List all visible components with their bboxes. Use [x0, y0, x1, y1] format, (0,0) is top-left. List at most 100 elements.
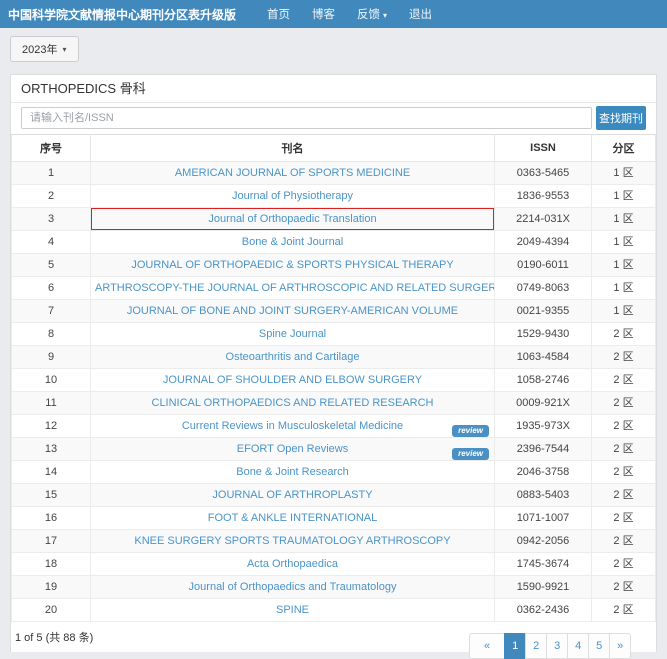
zone-value: 2 区	[592, 599, 656, 622]
journal-link[interactable]: SPINE	[276, 604, 309, 616]
review-badge: review	[452, 448, 489, 460]
journal-name-cell: KNEE SURGERY SPORTS TRAUMATOLOGY ARTHROS…	[91, 530, 495, 553]
zone-value: 1 区	[592, 231, 656, 254]
column-header: 刊名	[91, 135, 495, 162]
journal-link[interactable]: JOURNAL OF ORTHOPAEDIC & SPORTS PHYSICAL…	[131, 259, 453, 271]
journal-name-cell: AMERICAN JOURNAL OF SPORTS MEDICINE	[91, 162, 495, 185]
zone-value: 1 区	[592, 254, 656, 277]
table-row: 6ARTHROSCOPY-THE JOURNAL OF ARTHROSCOPIC…	[12, 277, 656, 300]
row-index: 14	[12, 461, 91, 484]
row-index: 9	[12, 346, 91, 369]
journal-name-cell: FOOT & ANKLE INTERNATIONAL	[91, 507, 495, 530]
table-row: 3Journal of Orthopaedic Translation2214-…	[12, 208, 656, 231]
journal-link[interactable]: Spine Journal	[259, 328, 326, 340]
row-index: 13	[12, 438, 91, 461]
journal-link[interactable]: JOURNAL OF BONE AND JOINT SURGERY-AMERIC…	[127, 305, 458, 317]
pagination-page-button[interactable]: 4	[567, 633, 589, 659]
nav-item[interactable]: 退出	[409, 6, 432, 22]
row-index: 18	[12, 553, 91, 576]
zone-value: 1 区	[592, 185, 656, 208]
journal-name-cell: CLINICAL ORTHOPAEDICS AND RELATED RESEAR…	[91, 392, 495, 415]
journal-name-cell: SPINE	[91, 599, 495, 622]
issn-value: 0021-9355	[495, 300, 592, 323]
pagination-next-button[interactable]: »	[609, 633, 631, 659]
issn-value: 2046-3758	[495, 461, 592, 484]
journal-link[interactable]: Bone & Joint Journal	[242, 236, 344, 248]
year-selector-bar: 2023年 ▾	[0, 28, 667, 74]
table-row: 17KNEE SURGERY SPORTS TRAUMATOLOGY ARTHR…	[12, 530, 656, 553]
journal-link[interactable]: Acta Orthopaedica	[247, 558, 338, 570]
journal-link[interactable]: Journal of Orthopaedic Translation	[208, 213, 376, 225]
journal-link[interactable]: ARTHROSCOPY-THE JOURNAL OF ARTHROSCOPIC …	[95, 282, 495, 294]
journal-link[interactable]: JOURNAL OF ARTHROPLASTY	[212, 489, 372, 501]
table-row: 11 CLINICAL ORTHOPAEDICS AND RELATED RESE…	[12, 392, 656, 415]
issn-value: 0362-2436	[495, 599, 592, 622]
journal-link[interactable]: Journal of Physiotherapy	[232, 190, 353, 202]
zone-value: 2 区	[592, 507, 656, 530]
zone-value: 2 区	[592, 392, 656, 415]
issn-value: 0883-5403	[495, 484, 592, 507]
issn-value: 0190-6011	[495, 254, 592, 277]
journal-link[interactable]: EFORT Open Reviews	[237, 443, 348, 455]
journal-name-cell: JOURNAL OF ARTHROPLASTY	[91, 484, 495, 507]
journal-link[interactable]: KNEE SURGERY SPORTS TRAUMATOLOGY ARTHROS…	[134, 535, 450, 547]
nav-item[interactable]: 首页	[267, 6, 290, 22]
pagination-page-button[interactable]: 5	[588, 633, 610, 659]
row-index: 15	[12, 484, 91, 507]
issn-value: 2049-4394	[495, 231, 592, 254]
table-row: 2Journal of Physiotherapy1836-95531 区	[12, 185, 656, 208]
pagination-page-button[interactable]: 2	[525, 633, 547, 659]
year-dropdown-button[interactable]: 2023年 ▾	[10, 36, 79, 62]
search-input[interactable]	[21, 107, 592, 129]
journal-name-cell: Bone & Joint Journal	[91, 231, 495, 254]
journal-name-cell: Journal of Orthopaedic Translation	[91, 208, 495, 231]
issn-value: 2396-7544	[495, 438, 592, 461]
nav-item[interactable]: 反馈▾	[357, 6, 387, 22]
category-title: ORTHOPEDICS 骨科	[11, 75, 656, 103]
issn-value: 0749-8063	[495, 277, 592, 300]
journal-link[interactable]: AMERICAN JOURNAL OF SPORTS MEDICINE	[175, 167, 410, 179]
row-index: 7	[12, 300, 91, 323]
chevron-down-icon: ▾	[62, 45, 66, 54]
journal-link[interactable]: Osteoarthritis and Cartilage	[226, 351, 360, 363]
journal-name-cell: EFORT Open Reviews review	[91, 438, 495, 461]
row-index: 11	[12, 392, 91, 415]
journal-link[interactable]: JOURNAL OF SHOULDER AND ELBOW SURGERY	[163, 374, 422, 386]
issn-value: 1063-4584	[495, 346, 592, 369]
row-index: 8	[12, 323, 91, 346]
journal-name-cell: JOURNAL OF BONE AND JOINT SURGERY-AMERIC…	[91, 300, 495, 323]
journal-link[interactable]: FOOT & ANKLE INTERNATIONAL	[208, 512, 378, 524]
table-row: 10JOURNAL OF SHOULDER AND ELBOW SURGERY1…	[12, 369, 656, 392]
search-button[interactable]: 查找期刊	[596, 106, 646, 130]
journal-link[interactable]: Current Reviews in Musculoskeletal Medic…	[182, 420, 403, 432]
nav-item[interactable]: 博客	[312, 6, 335, 22]
table-row: 1AMERICAN JOURNAL OF SPORTS MEDICINE0363…	[12, 162, 656, 185]
journal-name-cell: Osteoarthritis and Cartilage	[91, 346, 495, 369]
table-row: 12Current Reviews in Musculoskeletal Med…	[12, 415, 656, 438]
row-index: 5	[12, 254, 91, 277]
column-header: 分区	[592, 135, 656, 162]
row-index: 20	[12, 599, 91, 622]
zone-value: 1 区	[592, 277, 656, 300]
journal-name-cell: Spine Journal	[91, 323, 495, 346]
journal-name-cell: JOURNAL OF SHOULDER AND ELBOW SURGERY	[91, 369, 495, 392]
journal-link[interactable]: CLINICAL ORTHOPAEDICS AND RELATED RESEAR…	[152, 397, 434, 409]
column-header: ISSN	[495, 135, 592, 162]
zone-value: 1 区	[592, 300, 656, 323]
row-index: 19	[12, 576, 91, 599]
zone-value: 2 区	[592, 346, 656, 369]
table-row: 4Bone & Joint Journal2049-43941 区	[12, 231, 656, 254]
table-header-row: 序号刊名ISSN分区	[12, 135, 656, 162]
issn-value: 1071-1007	[495, 507, 592, 530]
pagination-page-button[interactable]: 3	[546, 633, 568, 659]
journal-link[interactable]: Bone & Joint Research	[236, 466, 349, 478]
journal-name-cell: JOURNAL OF ORTHOPAEDIC & SPORTS PHYSICAL…	[91, 254, 495, 277]
journal-link[interactable]: Journal of Orthopaedics and Traumatology	[189, 581, 397, 593]
journal-name-cell: ARTHROSCOPY-THE JOURNAL OF ARTHROSCOPIC …	[91, 277, 495, 300]
pagination-page-button[interactable]: 1	[504, 633, 526, 659]
chevron-down-icon: ▾	[383, 11, 387, 20]
issn-value: 1745-3674	[495, 553, 592, 576]
journal-table: 序号刊名ISSN分区 1AMERICAN JOURNAL OF SPORTS M…	[11, 134, 656, 622]
pagination-prev-button[interactable]: «	[469, 633, 505, 659]
table-row: 20 SPINE 0362-24362 区	[12, 599, 656, 622]
